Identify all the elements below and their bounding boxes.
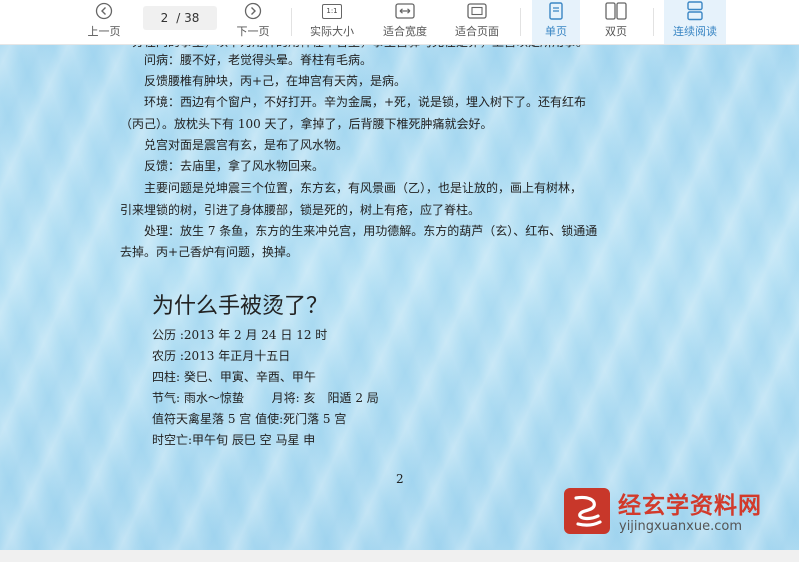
paragraph-line: 问病：腰不好，老觉得头晕。脊柱有毛病。 [120, 53, 373, 67]
paragraph-line: 反馈：去庙里，拿了风水物回来。 [120, 159, 325, 173]
paragraph-line: 兑宫对面是震宫有玄，是布了风水物。 [120, 138, 349, 152]
info-line: 值符天禽星落 5 宫 值使:死门落 5 宫 [152, 412, 347, 426]
toolbar-divider [520, 8, 521, 36]
chevron-left-icon [95, 1, 113, 21]
double-page-icon [605, 1, 627, 21]
fit-width-label: 适合宽度 [383, 25, 427, 38]
paragraph-line: 去掉。丙+己香炉有问题，换掉。 [120, 245, 299, 259]
next-page-label: 下一页 [236, 25, 270, 38]
info-line: 节气: 雨水～惊蛰 月将: 亥 阳遁 2 局 [152, 391, 379, 405]
page-total: / 38 [176, 11, 200, 25]
watermark-url: yijingxuanxue.com [619, 519, 742, 534]
fit-page-label: 适合页面 [455, 25, 499, 38]
actual-size-label: 实际大小 [310, 25, 354, 38]
continuous-reading-icon [686, 1, 704, 21]
prev-page-label: 上一页 [87, 25, 121, 38]
double-page-label: 双页 [605, 25, 627, 38]
toolbar-divider [291, 8, 292, 36]
paragraph-line: 主要问题是兑坤震三个位置，东方玄，有风景画（乙），也是让放的，画上有树林， [120, 181, 583, 195]
continuous-reading-button[interactable]: 连续阅读 [664, 0, 726, 44]
watermark-title: 经玄学资料网 [618, 493, 762, 519]
page-current: 2 [160, 11, 169, 25]
next-page-button[interactable]: 下一页 [227, 0, 279, 44]
fit-width-button[interactable]: 适合宽度 [374, 0, 436, 44]
paragraph-line: 反馈腰椎有肿块，丙+己，在坤宫有天芮，是病。 [120, 74, 407, 88]
prev-page-button[interactable]: 上一页 [78, 0, 130, 44]
page-number: 2 [396, 472, 404, 486]
single-page-icon [548, 1, 564, 21]
info-line: 四柱: 癸巳、甲寅、辛酉、甲午 [152, 370, 316, 384]
document-page: 一分在问的事主，以下为用神的用神在午官里，事主宫驿马克在是卯，上宫以定所用事。 … [0, 35, 799, 550]
info-line: 公历 :2013 年 2 月 24 日 12 时 [152, 328, 328, 342]
toolbar-divider [653, 8, 654, 36]
fit-page-icon [467, 1, 487, 21]
single-page-label: 单页 [545, 25, 567, 38]
continuous-reading-label: 连续阅读 [673, 25, 717, 38]
paragraph-line: 环境：西边有个窗户，不好打开。辛为金属，+死，说是锁，埋入树下了。还有红布 [120, 95, 587, 109]
section-heading: 为什么手被烫了？ [152, 294, 329, 319]
site-logo-icon [564, 488, 610, 534]
paragraph-line: 引来埋锁的树，引进了身体腰部，锁是死的，树上有疮，应了脊柱。 [120, 203, 481, 217]
page-number-input[interactable]: 2 / 38 [143, 6, 217, 30]
actual-size-glyph: 1:1 [322, 3, 342, 19]
double-page-button[interactable]: 双页 [592, 0, 640, 44]
paragraph-line: （丙己）。放枕头下有 100 天了，拿掉了，后背腰下椎死肿痛就会好。 [120, 117, 493, 131]
page-gutter [0, 550, 799, 562]
reader-toolbar: 上一页 2 / 38 下一页 1:1 实际大小 适合宽度 适合页面 单页 双页 … [0, 0, 799, 45]
single-page-button[interactable]: 单页 [532, 0, 580, 44]
actual-size-icon: 1:1 [322, 1, 342, 21]
paragraph-line: 处理：放生 7 条鱼，东方的生来冲兑宫，用功德解。东方的葫芦（玄）、红布、锁通通 [120, 224, 598, 238]
site-watermark: 经玄学资料网 yijingxuanxue.com [562, 486, 782, 538]
chevron-right-icon [244, 1, 262, 21]
info-line: 农历 :2013 年正月十五日 [152, 349, 291, 363]
fit-width-icon [395, 1, 415, 21]
actual-size-button[interactable]: 1:1 实际大小 [302, 0, 362, 44]
fit-page-button[interactable]: 适合页面 [446, 0, 508, 44]
info-line: 时空亡:甲午旬 辰巳 空 马星 申 [152, 433, 316, 447]
